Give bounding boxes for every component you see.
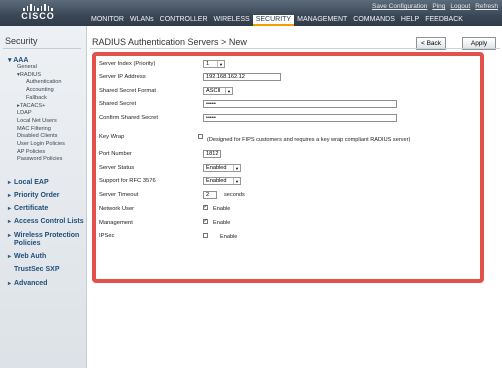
sidebar-item-advanced-label: Advanced bbox=[14, 280, 48, 287]
refresh-link[interactable]: Refresh bbox=[475, 3, 498, 13]
key-wrap-checkbox[interactable] bbox=[198, 134, 203, 139]
server-index-select[interactable]: 1 ▼ bbox=[203, 60, 225, 68]
sidebar-item-aaa-label: AAA bbox=[13, 57, 29, 64]
sidebar-item-trustsec-sxp[interactable]: TrustSec SXP bbox=[14, 266, 60, 273]
sidebar-divider bbox=[3, 48, 81, 49]
sidebar-item-authentication[interactable]: Authentication bbox=[8, 79, 65, 87]
management-enable-text: Enable bbox=[213, 220, 231, 226]
chevron-down-icon: ▼ bbox=[217, 61, 224, 67]
server-ip-label: Server IP Address bbox=[99, 74, 146, 80]
sidebar-item-acl-label: Access Control Lists bbox=[14, 218, 84, 225]
highlight-box bbox=[92, 52, 484, 283]
sidebar-item-accounting[interactable]: Accounting bbox=[8, 87, 65, 95]
sidebar-item-certificate-label: Certificate bbox=[14, 205, 49, 212]
save-configuration-link[interactable]: Save Configuration bbox=[372, 3, 427, 13]
sidebar-item-local-eap-label: Local EAP bbox=[14, 179, 49, 186]
nav-feedback[interactable]: FEEDBACK bbox=[422, 15, 466, 26]
logout-link[interactable]: Logout bbox=[450, 3, 470, 13]
management-label: Management bbox=[99, 220, 133, 226]
cisco-logo: CISCO bbox=[18, 3, 58, 23]
nav-management[interactable]: MANAGEMENT bbox=[294, 15, 350, 26]
sidebar-item-aaa[interactable]: ▾ AAA bbox=[8, 56, 65, 64]
sidebar-item-wpp-label-2: Policies bbox=[14, 240, 41, 247]
sidebar-title: Security bbox=[5, 36, 38, 46]
port-number-input[interactable]: 1812 bbox=[203, 150, 221, 158]
server-status-value: Enabled bbox=[206, 165, 227, 171]
chevron-down-icon: ▼ bbox=[233, 178, 240, 184]
sidebar-item-priority-order-label: Priority Order bbox=[14, 192, 60, 199]
rfc3576-label: Support for RFC 3576 bbox=[99, 178, 156, 184]
nav-help[interactable]: HELP bbox=[398, 15, 422, 26]
management-checkbox[interactable]: ✓ bbox=[203, 219, 208, 224]
sidebar-aaa-group: ▾ AAA General ▾RADIUS Authentication Acc… bbox=[8, 56, 65, 164]
top-utility-links: Save Configuration Ping Logout Refresh bbox=[372, 3, 498, 13]
sidebar-item-disabled-clients[interactable]: Disabled Clients bbox=[8, 133, 65, 141]
cisco-logo-text: CISCO bbox=[21, 11, 55, 21]
ping-link[interactable]: Ping bbox=[432, 3, 445, 13]
sidebar-item-advanced[interactable]: ▸ Advanced bbox=[8, 280, 47, 287]
content-divider bbox=[90, 48, 500, 49]
server-status-label: Server Status bbox=[99, 165, 135, 171]
sidebar-item-general[interactable]: General bbox=[8, 64, 65, 72]
server-index-label: Server Index (Priority) bbox=[99, 61, 156, 67]
ipsec-checkbox[interactable] bbox=[203, 233, 208, 238]
sidebar-item-local-eap[interactable]: ▸ Local EAP bbox=[8, 179, 49, 186]
nav-wlans[interactable]: WLANs bbox=[127, 15, 157, 26]
sidebar-item-priority-order[interactable]: ▸ Priority Order bbox=[8, 192, 60, 199]
network-user-checkbox[interactable]: ✓ bbox=[203, 205, 208, 210]
server-ip-input[interactable]: 192.168.162.12 bbox=[203, 73, 281, 81]
chevron-down-icon: ▼ bbox=[225, 88, 232, 94]
sidebar-item-mac-filtering[interactable]: MAC Filtering bbox=[8, 126, 65, 134]
sidebar-item-ldap[interactable]: LDAP bbox=[8, 110, 65, 118]
chevron-down-icon: ▼ bbox=[233, 165, 240, 171]
key-wrap-label: Key Wrap bbox=[99, 134, 125, 140]
checkmark-icon: ✓ bbox=[203, 204, 208, 210]
nav-commands[interactable]: COMMANDS bbox=[350, 15, 398, 26]
sidebar-item-user-login-policies[interactable]: User Login Policies bbox=[8, 141, 65, 149]
sidebar-item-password-policies[interactable]: Password Policies bbox=[8, 156, 65, 164]
sidebar-item-radius-label: RADIUS bbox=[19, 71, 41, 78]
sidebar-item-tacacs-label: TACACS+ bbox=[19, 102, 46, 109]
secret-format-label: Shared Secret Format bbox=[99, 88, 157, 94]
server-timeout-input[interactable]: 2 bbox=[203, 191, 217, 199]
nav-controller[interactable]: CONTROLLER bbox=[157, 15, 211, 26]
sidebar-item-wpp-label: Wireless Protection bbox=[14, 232, 80, 239]
nav-monitor[interactable]: MONITOR bbox=[88, 15, 127, 26]
checkmark-icon: ✓ bbox=[203, 218, 208, 224]
ipsec-enable-text: Enable bbox=[220, 234, 238, 240]
key-wrap-note: (Designed for FIPS customers and require… bbox=[207, 137, 411, 143]
sidebar-item-web-auth[interactable]: ▸ Web Auth bbox=[8, 253, 46, 260]
nav-wireless[interactable]: WIRELESS bbox=[211, 15, 253, 26]
sidebar-item-ap-policies[interactable]: AP Policies bbox=[8, 149, 65, 157]
server-timeout-label: Server Timeout bbox=[99, 192, 139, 198]
shared-secret-input[interactable]: ••••• bbox=[203, 100, 397, 108]
server-status-select[interactable]: Enabled ▼ bbox=[203, 164, 241, 172]
sidebar-item-web-auth-label: Web Auth bbox=[14, 253, 47, 260]
sidebar-item-access-control-lists[interactable]: ▸ Access Control Lists bbox=[8, 218, 84, 225]
cisco-logo-bars-icon bbox=[18, 3, 58, 11]
confirm-secret-label: Confirm Shared Secret bbox=[99, 115, 158, 121]
sidebar-item-fallback[interactable]: Fallback bbox=[8, 95, 65, 103]
port-number-label: Port Number bbox=[99, 151, 132, 157]
top-header: CISCO Save Configuration Ping Logout Ref… bbox=[0, 0, 502, 26]
rfc3576-select[interactable]: Enabled ▼ bbox=[203, 177, 241, 185]
sidebar-item-certificate[interactable]: ▸ Certificate bbox=[8, 205, 48, 212]
confirm-secret-input[interactable]: ••••• bbox=[203, 114, 397, 122]
shared-secret-label: Shared Secret bbox=[99, 101, 137, 107]
network-user-enable-text: Enable bbox=[213, 206, 231, 212]
sidebar-item-wireless-protection-policies[interactable]: ▸ Wireless Protection bbox=[8, 232, 79, 239]
server-index-value: 1 bbox=[206, 61, 210, 67]
secret-format-select[interactable]: ASCII ▼ bbox=[203, 87, 233, 95]
sidebar-item-tacacs[interactable]: ▸TACACS+ bbox=[8, 103, 65, 111]
sidebar-item-local-net-users[interactable]: Local Net Users bbox=[8, 118, 65, 126]
page-title: RADIUS Authentication Servers > New bbox=[92, 37, 247, 47]
nav-security[interactable]: SECURITY bbox=[252, 15, 295, 26]
sidebar-item-radius[interactable]: ▾RADIUS bbox=[8, 72, 65, 80]
main-navigation: MONITOR WLANs CONTROLLER WIRELESS SECURI… bbox=[88, 15, 466, 26]
network-user-label: Network User bbox=[99, 206, 135, 212]
ipsec-label: IPSec bbox=[99, 233, 115, 239]
server-timeout-unit: seconds bbox=[224, 192, 245, 198]
secret-format-value: ASCII bbox=[206, 88, 221, 94]
rfc3576-value: Enabled bbox=[206, 178, 227, 184]
